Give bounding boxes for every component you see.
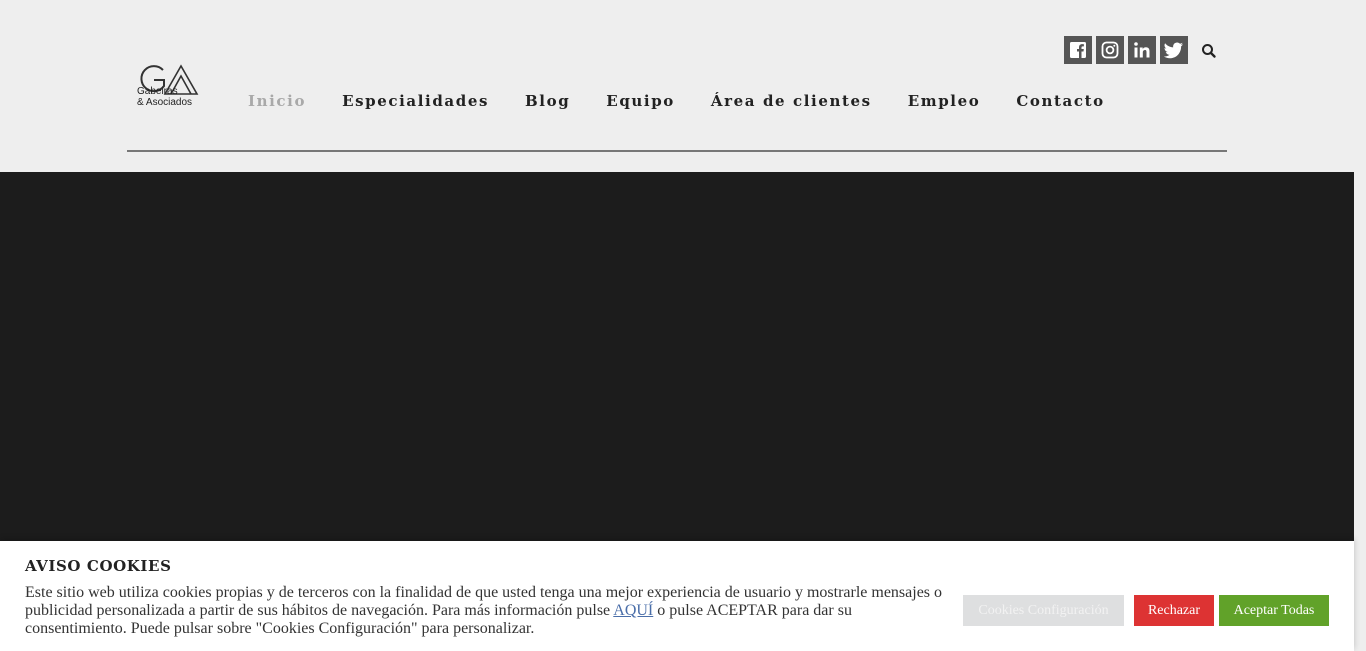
logo-text: Gabeiras & Asociados [137,86,192,108]
search-icon[interactable] [1200,42,1218,60]
cookie-more-info-link[interactable]: AQUÍ [613,602,653,619]
twitter-icon[interactable] [1160,36,1188,64]
nav-item-blog[interactable]: Blog [507,90,588,112]
logo-line-2: & Asociados [137,97,193,108]
nav-item-empleo[interactable]: Empleo [890,90,999,112]
instagram-icon[interactable] [1096,36,1124,64]
nav-item-area-clientes[interactable]: Área de clientes [693,90,890,112]
cookie-settings-button[interactable]: Cookies Configuración [963,595,1124,626]
social-links [1064,36,1188,64]
linkedin-icon[interactable] [1128,36,1156,64]
nav-item-contacto[interactable]: Contacto [998,90,1122,112]
nav-item-especialidades[interactable]: Especialidades [324,90,507,112]
hero-banner [0,172,1354,552]
header-divider [127,150,1227,152]
facebook-icon[interactable] [1064,36,1092,64]
cookie-banner: AVISO COOKIES Este sitio web utiliza coo… [0,541,1354,651]
nav-item-inicio[interactable]: Inicio [230,90,324,112]
cookie-title: AVISO COOKIES [25,557,172,575]
nav-item-equipo[interactable]: Equipo [588,90,693,112]
site-header: Gabeiras & Asociados Inicio Especialidad… [0,0,1366,172]
cookie-reject-button[interactable]: Rechazar [1134,595,1214,626]
logo-line-1: Gabeiras [137,86,178,97]
main-nav: Inicio Especialidades Blog Equipo Área d… [230,90,1123,112]
cookie-accept-button[interactable]: Aceptar Todas [1219,595,1329,626]
cookie-message: Este sitio web utiliza cookies propias y… [25,584,945,638]
page-scrollbar[interactable] [1354,172,1366,651]
